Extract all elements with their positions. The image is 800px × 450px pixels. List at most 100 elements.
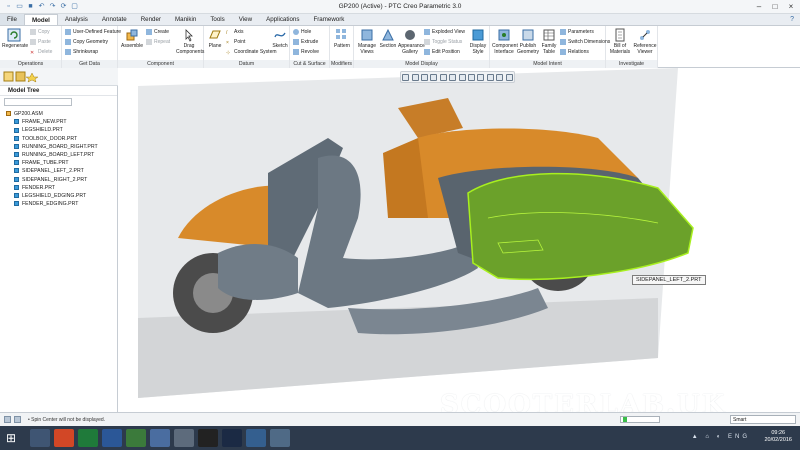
pattern-button[interactable]: Pattern xyxy=(332,28,352,49)
minimize-button[interactable]: – xyxy=(752,1,766,12)
shrinkwrap-button[interactable]: Shrinkwrap xyxy=(65,48,98,56)
coordinate-system-button[interactable]: ⊹ Coordinate System xyxy=(226,48,277,56)
help-icon[interactable]: ? xyxy=(790,16,794,23)
tab-render[interactable]: Render xyxy=(134,14,168,25)
group-label-cut-surface[interactable]: Cut & Surface xyxy=(290,60,329,68)
excel-icon[interactable] xyxy=(78,429,98,447)
group-label-model-intent[interactable]: Model Intent xyxy=(490,60,605,68)
display-style-icon[interactable] xyxy=(458,73,466,81)
display-style-button[interactable]: Display Style xyxy=(468,28,488,55)
toggle-browser-icon[interactable] xyxy=(14,416,21,423)
chrome-icon[interactable] xyxy=(102,429,122,447)
saved-views-icon[interactable] xyxy=(449,73,457,81)
powerpoint-icon[interactable] xyxy=(54,429,74,447)
group-label-get-data[interactable]: Get Data xyxy=(62,60,117,68)
tree-item[interactable]: LEGSHIELD.PRT xyxy=(0,126,117,134)
tree-item[interactable]: TOOLBOX_DOOR.PRT xyxy=(0,135,117,143)
view-manager-icon[interactable] xyxy=(468,73,476,81)
refit-icon[interactable] xyxy=(402,73,410,81)
window-app-icon[interactable] xyxy=(270,429,290,447)
manage-views-button[interactable]: Manage Views xyxy=(356,28,378,55)
annotation-display-icon[interactable] xyxy=(505,73,513,81)
tree-root[interactable]: GP200.ASM xyxy=(0,110,117,118)
graphics-viewport[interactable] xyxy=(118,68,800,412)
tree-item[interactable]: FENDER.PRT xyxy=(0,184,117,192)
spin-center-icon[interactable] xyxy=(496,73,504,81)
reference-viewer-button[interactable]: Reference Viewer xyxy=(633,28,657,55)
maximize-button[interactable]: □ xyxy=(768,1,782,12)
creo-icon[interactable] xyxy=(198,429,218,447)
copy-button[interactable]: Copy xyxy=(30,28,50,36)
tree-item[interactable]: RUNNING_BOARD_RIGHT.PRT xyxy=(0,143,117,151)
group-label-operations[interactable]: Operations xyxy=(0,60,61,68)
exploded-view-button[interactable]: Exploded View xyxy=(424,28,465,36)
point-button[interactable]: × Point xyxy=(226,38,245,46)
sketch-button[interactable]: Sketch xyxy=(272,28,288,49)
folder-browser-tab-icon[interactable] xyxy=(15,71,26,82)
tree-item[interactable]: FRAME_NEW.PRT xyxy=(0,118,117,126)
windows-start-icon[interactable]: ⊞ xyxy=(4,431,18,445)
orient-icon[interactable] xyxy=(439,73,447,81)
group-label-datum[interactable]: Datum xyxy=(204,60,289,68)
taskbar-clock[interactable]: 09:26 20/02/2016 xyxy=(764,430,792,444)
bill-of-materials-button[interactable]: Bill of Materials xyxy=(608,28,632,55)
model-tree-tab-icon[interactable] xyxy=(3,71,14,82)
tree-item[interactable]: SIDEPANEL_LEFT_2.PRT xyxy=(0,167,117,175)
copy-geometry-button[interactable]: Copy Geometry xyxy=(65,38,108,46)
repaint-icon[interactable] xyxy=(430,73,438,81)
photoshop-icon[interactable] xyxy=(222,429,242,447)
axis-button[interactable]: / Axis xyxy=(226,28,243,36)
tab-model[interactable]: Model xyxy=(23,14,58,25)
internet-explorer-icon[interactable] xyxy=(150,429,170,447)
user-defined-feature-button[interactable]: User-Defined Feature xyxy=(65,28,121,36)
model-tree-search-input[interactable] xyxy=(4,98,72,106)
paste-button[interactable]: Paste xyxy=(30,38,51,46)
hole-button[interactable]: Hole xyxy=(293,28,311,36)
zoom-out-icon[interactable] xyxy=(421,73,429,81)
close-button[interactable]: × xyxy=(784,1,798,12)
tree-item[interactable]: RUNNING_BOARD_LEFT.PRT xyxy=(0,151,117,159)
tab-applications[interactable]: Applications xyxy=(259,14,306,25)
datum-display-icon[interactable] xyxy=(486,73,494,81)
explorer-icon[interactable] xyxy=(30,429,50,447)
create-button[interactable]: Create xyxy=(146,28,169,36)
group-label-investigate[interactable]: Investigate xyxy=(606,60,657,68)
delete-button[interactable]: ✕ Delete xyxy=(30,48,52,56)
zoom-in-icon[interactable] xyxy=(411,73,419,81)
component-interface-button[interactable]: Component Interface xyxy=(492,28,518,55)
utility-app-icon[interactable] xyxy=(174,429,194,447)
tab-annotate[interactable]: Annotate xyxy=(95,14,134,25)
regenerate-button[interactable]: Regenerate xyxy=(2,28,28,49)
drag-components-button[interactable]: Drag Components xyxy=(176,28,204,55)
section-button[interactable]: Section xyxy=(379,28,397,49)
relations-button[interactable]: Relations xyxy=(560,48,589,56)
tab-view[interactable]: View xyxy=(232,14,259,25)
system-tray[interactable]: ▲ ⌂ ◐ ENG xyxy=(692,434,750,440)
green-app-icon[interactable] xyxy=(126,429,146,447)
publish-geometry-button[interactable]: Publish Geometry xyxy=(517,28,539,55)
toggle-navigator-icon[interactable] xyxy=(4,416,11,423)
tab-framework[interactable]: Framework xyxy=(306,14,351,25)
parameters-button[interactable]: Parameters xyxy=(560,28,594,36)
tree-item[interactable]: FRAME_TUBE.PRT xyxy=(0,159,117,167)
tab-tools[interactable]: Tools xyxy=(203,14,231,25)
tab-manikin[interactable]: Manikin xyxy=(168,14,203,25)
repeat-button[interactable]: Repeat xyxy=(146,38,170,46)
toggle-status-button[interactable]: Toggle Status xyxy=(424,38,462,46)
assemble-button[interactable]: Assemble xyxy=(120,28,144,49)
tree-item[interactable]: SIDEPANEL_RIGHT_2.PRT xyxy=(0,176,117,184)
tree-item[interactable]: FENDER_EDGING.PRT xyxy=(0,200,117,208)
viewer-app-icon[interactable] xyxy=(246,429,266,447)
family-table-button[interactable]: Family Table xyxy=(540,28,558,55)
switch-dimensions-button[interactable]: Switch Dimensions xyxy=(560,38,610,46)
plane-button[interactable]: Plane xyxy=(206,28,224,49)
selection-filter-select[interactable]: Smart xyxy=(730,415,796,424)
extrude-button[interactable]: Extrude xyxy=(293,38,318,46)
group-label-model-display[interactable]: Model Display xyxy=(354,60,489,68)
tree-item[interactable]: LEGSHIELD_EDGING.PRT xyxy=(0,192,117,200)
revolve-button[interactable]: Revolve xyxy=(293,48,319,56)
group-label-modifiers[interactable]: Modifiers xyxy=(330,60,353,68)
tab-file[interactable]: File xyxy=(0,14,24,25)
favorites-tab-icon[interactable] xyxy=(25,72,39,83)
perspective-icon[interactable] xyxy=(477,73,485,81)
